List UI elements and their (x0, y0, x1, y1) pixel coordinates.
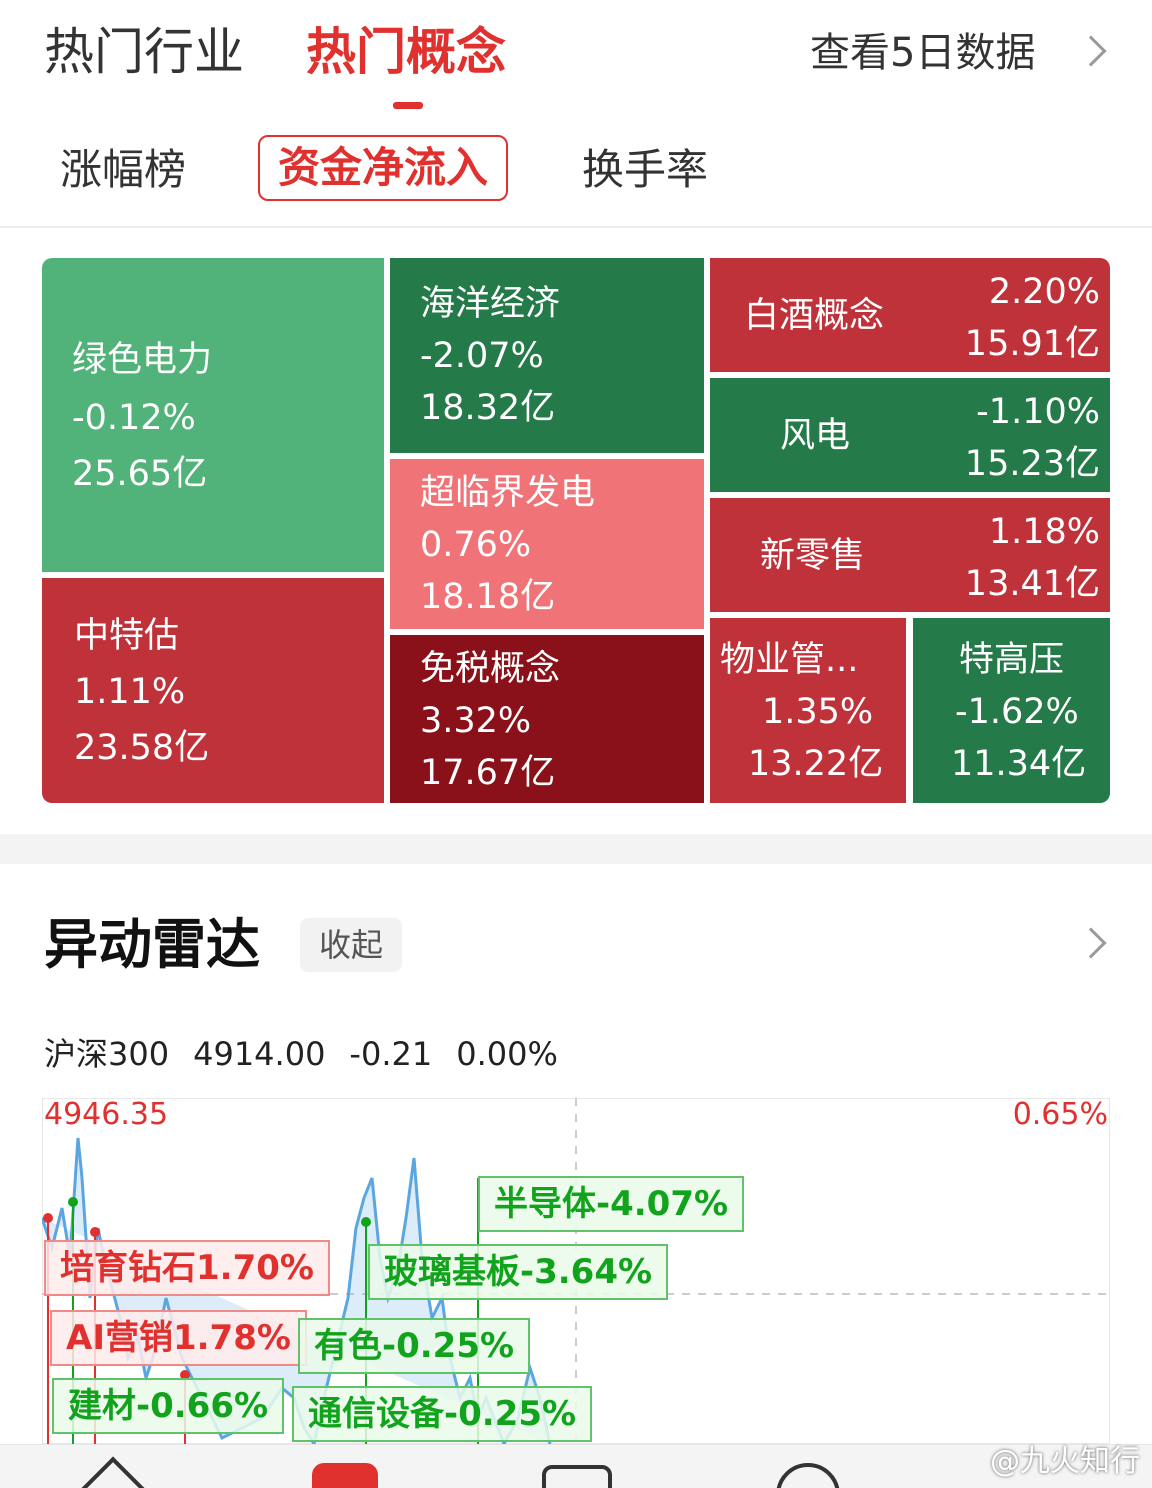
treemap-tile[interactable]: 风电 -1.10% 15.23亿 (710, 378, 1110, 492)
treemap-tile[interactable]: 物业管... 1.35% 13.22亿 (710, 618, 906, 803)
tile-name: 物业管... (720, 640, 859, 680)
index-pct: 0.00% (456, 1035, 558, 1073)
market-icon[interactable] (312, 1463, 378, 1488)
tile-flow: 11.34亿 (951, 744, 1087, 784)
tile-flow: 18.32亿 (420, 388, 556, 428)
index-quote: 沪深300 4914.00 -0.21 0.00% (44, 1032, 582, 1076)
tile-change: 0.76% (420, 525, 532, 565)
treemap-tile[interactable]: 特高压 -1.62% 11.34亿 (913, 618, 1110, 803)
tile-name: 白酒概念 (744, 296, 885, 336)
tile-change: 1.18% (988, 512, 1100, 552)
chevron-right-icon[interactable] (1075, 35, 1107, 67)
treemap-tile[interactable]: 超临界发电 0.76% 18.18亿 (390, 459, 704, 629)
view-5day-link[interactable]: 查看5日数据 (810, 28, 1035, 78)
index-price: 4914.00 (193, 1035, 326, 1073)
radar-tag[interactable]: 建材-0.66% (52, 1378, 285, 1434)
tile-name: 风电 (780, 416, 851, 456)
divider (0, 226, 1152, 228)
tile-change: -1.10% (976, 392, 1100, 432)
tile-change: 2.20% (988, 272, 1100, 312)
axis-high-pct: 0.65% (1012, 1097, 1108, 1132)
treemap-tile[interactable]: 中特估 1.11% 23.58亿 (42, 578, 384, 803)
marker-dot (90, 1227, 100, 1237)
section-separator (0, 834, 1152, 864)
radar-title: 异动雷达 (44, 913, 260, 976)
tile-flow: 23.58亿 (74, 728, 210, 768)
tile-change: 1.35% (762, 692, 874, 732)
tile-name: 新零售 (760, 536, 866, 576)
treemap-tile[interactable]: 白酒概念 2.20% 15.91亿 (710, 258, 1110, 372)
watermark: @九火知行 (990, 1444, 1140, 1479)
tile-flow: 13.22亿 (748, 744, 884, 784)
treemap-tile[interactable]: 绿色电力 -0.12% 25.65亿 (42, 258, 384, 572)
radar-tag[interactable]: 通信设备-0.25% (292, 1386, 593, 1442)
marker-dot (361, 1217, 371, 1227)
active-tab-indicator (393, 102, 423, 109)
axis-high-price: 4946.35 (44, 1097, 169, 1132)
chevron-right-icon[interactable] (1075, 927, 1107, 959)
radar-tag[interactable]: 有色-0.25% (298, 1318, 531, 1374)
tile-change: 1.11% (74, 672, 186, 712)
radar-tag[interactable]: 培育钻石1.70% (44, 1240, 330, 1296)
tile-change: -1.62% (955, 692, 1079, 732)
home-icon[interactable] (63, 1456, 163, 1488)
tile-name: 海洋经济 (420, 284, 561, 324)
tile-flow: 13.41亿 (964, 564, 1100, 604)
collapse-button[interactable]: 收起 (300, 918, 402, 972)
tile-name: 中特估 (74, 616, 180, 656)
index-change: -0.21 (349, 1035, 433, 1073)
marker-dot (68, 1197, 78, 1207)
tile-flow: 17.67亿 (420, 753, 556, 793)
trade-icon[interactable] (542, 1465, 612, 1488)
subtab-turnover[interactable]: 换手率 (582, 140, 708, 200)
tile-name: 免税概念 (420, 649, 561, 689)
tile-flow: 18.18亿 (420, 577, 556, 617)
subtab-net-inflow[interactable]: 资金净流入 (258, 135, 509, 201)
tile-name: 超临界发电 (420, 473, 596, 513)
index-name: 沪深300 (44, 1035, 170, 1073)
discover-icon[interactable] (776, 1463, 840, 1488)
tab-hot-concept[interactable]: 热门概念 (306, 22, 506, 82)
marker-dot (43, 1213, 53, 1223)
intraday-chart[interactable]: 4946.35 0.65% 培育钻石1.70% AI营销1.78% 建材-0.6… (42, 1098, 1110, 1444)
tile-change: -2.07% (420, 336, 544, 376)
tile-flow: 15.23亿 (964, 444, 1100, 484)
tile-flow: 15.91亿 (964, 324, 1100, 364)
tile-name: 绿色电力 (72, 340, 213, 380)
treemap-tile[interactable]: 免税概念 3.32% 17.67亿 (390, 635, 704, 803)
tab-hot-industry[interactable]: 热门行业 (44, 22, 244, 82)
subtab-gainers[interactable]: 涨幅榜 (60, 140, 186, 200)
tile-change: -0.12% (72, 398, 196, 438)
treemap-tile[interactable]: 新零售 1.18% 13.41亿 (710, 498, 1110, 612)
radar-tag[interactable]: 玻璃基板-3.64% (368, 1244, 669, 1300)
radar-tag[interactable]: 半导体-4.07% (478, 1176, 745, 1232)
bottom-nav (0, 1444, 1152, 1488)
radar-tag[interactable]: AI营销1.78% (50, 1310, 307, 1366)
tile-name: 特高压 (959, 640, 1065, 680)
treemap-tile[interactable]: 海洋经济 -2.07% 18.32亿 (390, 258, 704, 453)
tile-flow: 25.65亿 (72, 454, 208, 494)
tile-change: 3.32% (420, 701, 532, 741)
